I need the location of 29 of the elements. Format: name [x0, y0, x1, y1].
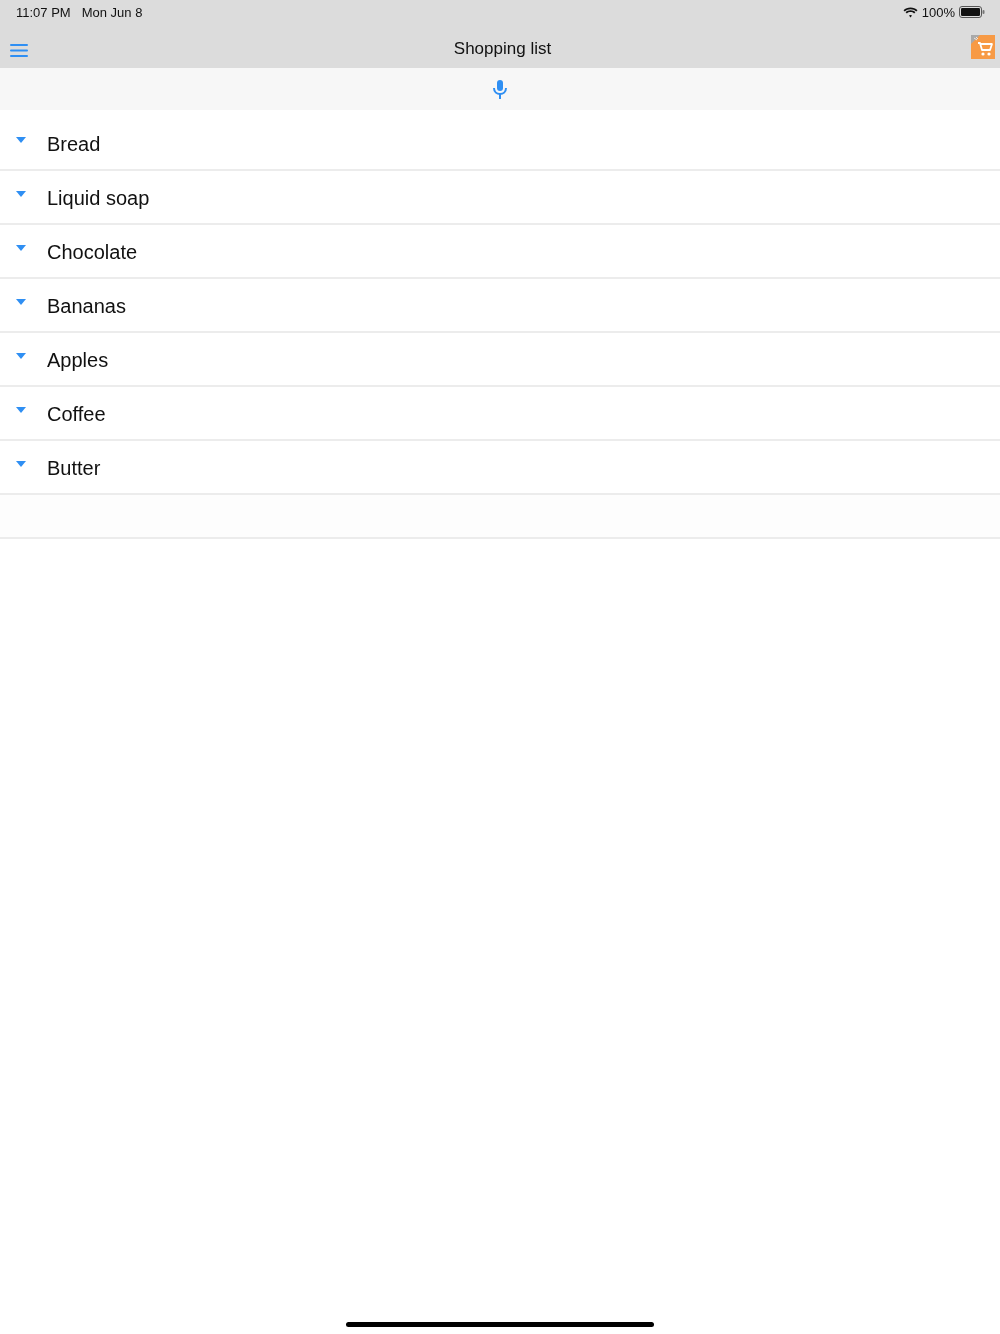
caret-icon[interactable]	[16, 245, 26, 251]
status-date: Mon Jun 8	[81, 4, 143, 20]
item-name: Coffee	[47, 401, 106, 426]
cart-icon[interactable]	[971, 35, 995, 59]
list-item[interactable]: Bananas	[0, 279, 1000, 333]
item-name: Bread	[47, 131, 101, 156]
status-time: 11:07 PM	[16, 4, 71, 20]
list-item[interactable]: Apples	[0, 333, 1000, 387]
caret-icon[interactable]	[16, 407, 26, 413]
caret-icon[interactable]	[16, 461, 26, 467]
item-name: Butter	[47, 455, 101, 480]
caret-icon[interactable]	[16, 353, 26, 359]
item-name: Liquid soap	[47, 185, 150, 210]
list-item[interactable]: Bread	[0, 117, 1000, 171]
item-name: Bananas	[47, 293, 126, 318]
list-item[interactable]: Liquid soap	[0, 171, 1000, 225]
battery-percent: 100%	[921, 4, 955, 20]
menu-icon[interactable]	[10, 43, 28, 57]
caret-icon[interactable]	[16, 137, 26, 143]
caret-icon[interactable]	[16, 191, 26, 197]
item-name: Apples	[47, 347, 109, 372]
wifi-icon	[902, 6, 918, 18]
item-name: Chocolate	[47, 239, 138, 264]
battery-icon	[959, 6, 985, 18]
list-item[interactable]: Coffee	[0, 387, 1000, 441]
microphone-icon[interactable]	[493, 79, 507, 99]
caret-icon[interactable]	[16, 299, 26, 305]
list-item[interactable]: Chocolate	[0, 225, 1000, 279]
nav-title: Shopping list	[452, 39, 553, 59]
